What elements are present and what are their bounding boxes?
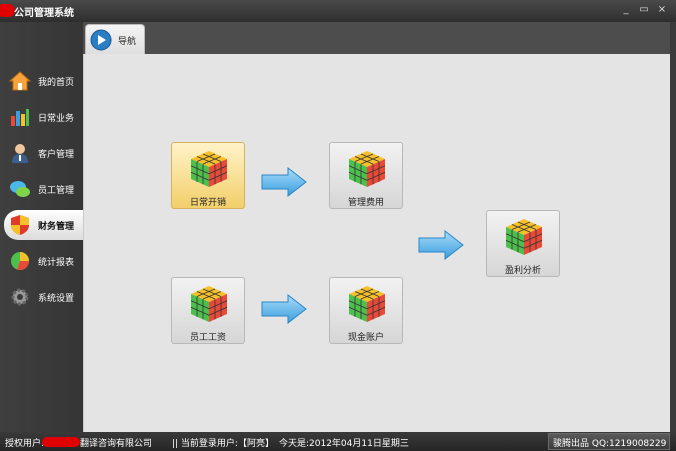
sidebar-item-label: 客户管理 [38,150,75,160]
flow-node-label: 员工工资 [189,333,226,343]
maximize-button[interactable]: ▭ [636,3,652,17]
company-name: 翻译咨询有限公司 [80,439,153,449]
tab-label: 导航 [118,37,137,47]
home-icon [9,71,31,91]
bar-chart-icon [11,109,29,126]
sidebar-item-label: 财务管理 [38,222,75,232]
arrow-right-icon [261,167,307,197]
close-button[interactable]: × [654,3,670,17]
sidebar-item-home[interactable]: 我的首页 [0,66,83,96]
flow-node-label: 管理费用 [347,198,384,208]
flow-node-salaries[interactable]: 员工工资 [171,277,245,344]
credit-text: 骏腾出品 QQ:1219008229 [553,439,667,449]
rubik-cube-icon [190,151,228,187]
rubik-cube-icon [190,286,228,322]
sidebar-item-reports[interactable]: 统计报表 [0,246,83,276]
arrow-right-icon [261,294,307,324]
sidebar-item-label: 日常业务 [38,114,75,124]
sidebar-item-daily-business[interactable]: 日常业务 [0,102,83,132]
flow-node-profit-analysis[interactable]: 盈利分析 [486,210,560,277]
rubik-cube-icon [348,151,386,187]
tab-strip: 导航 [83,22,670,55]
flow-node-label: 现金账户 [347,333,384,343]
app-window: 公司管理系统 _ ▭ × 我的首页 日常业务 客户管理 员工管理 财务管理 统计… [0,0,676,451]
redaction-mark [0,4,15,17]
sidebar-item-label: 统计报表 [38,258,75,268]
flow-node-daily-expenses[interactable]: 日常开销 [171,142,245,209]
window-border [670,22,676,432]
sidebar: 我的首页 日常业务 客户管理 员工管理 财务管理 统计报表 系统设置 [0,22,83,432]
credit-box: 骏腾出品 QQ:1219008229 [548,433,670,450]
sidebar-item-label: 员工管理 [38,186,75,196]
status-bar: 授权用户: 翻译咨询有限公司 || 当前登录用户:【阿亮】 今天是:2012年0… [0,432,676,451]
gear-icon [11,288,29,306]
sidebar-item-label: 我的首页 [38,78,75,88]
sidebar-item-settings[interactable]: 系统设置 [0,282,83,312]
flow-node-cash-account[interactable]: 现金账户 [329,277,403,344]
flow-node-management-fees[interactable]: 管理费用 [329,142,403,209]
rubik-cube-icon [505,219,543,255]
sidebar-item-customers[interactable]: 客户管理 [0,138,83,168]
user-icon [12,144,28,163]
redaction-mark [42,437,80,447]
minimize-button[interactable]: _ [618,3,634,17]
title-bar: 公司管理系统 _ ▭ × [0,0,676,22]
flow-node-label: 盈利分析 [504,266,541,276]
sidebar-item-finance[interactable]: 财务管理 [4,210,83,240]
rubik-cube-icon [348,286,386,322]
sidebar-item-label: 系统设置 [38,294,75,304]
arrow-right-icon [418,230,464,260]
pie-chart-icon [11,252,30,271]
auth-user-label: 授权用户: [5,439,45,449]
current-user: || 当前登录用户:【阿亮】 [172,439,274,449]
play-icon [90,29,112,51]
sidebar-item-employees[interactable]: 员工管理 [0,174,83,204]
flow-node-label: 日常开销 [189,198,226,208]
shield-icon [11,215,29,235]
window-title: 公司管理系统 [14,8,74,19]
navigation-panel: 日常开销 管理费用 盈利分析 员工工资 现金账户 [83,54,670,432]
tab-navigation[interactable]: 导航 [85,24,145,55]
chat-bubbles-icon [10,181,30,197]
current-date: 今天是:2012年04月11日星期三 [279,439,409,449]
